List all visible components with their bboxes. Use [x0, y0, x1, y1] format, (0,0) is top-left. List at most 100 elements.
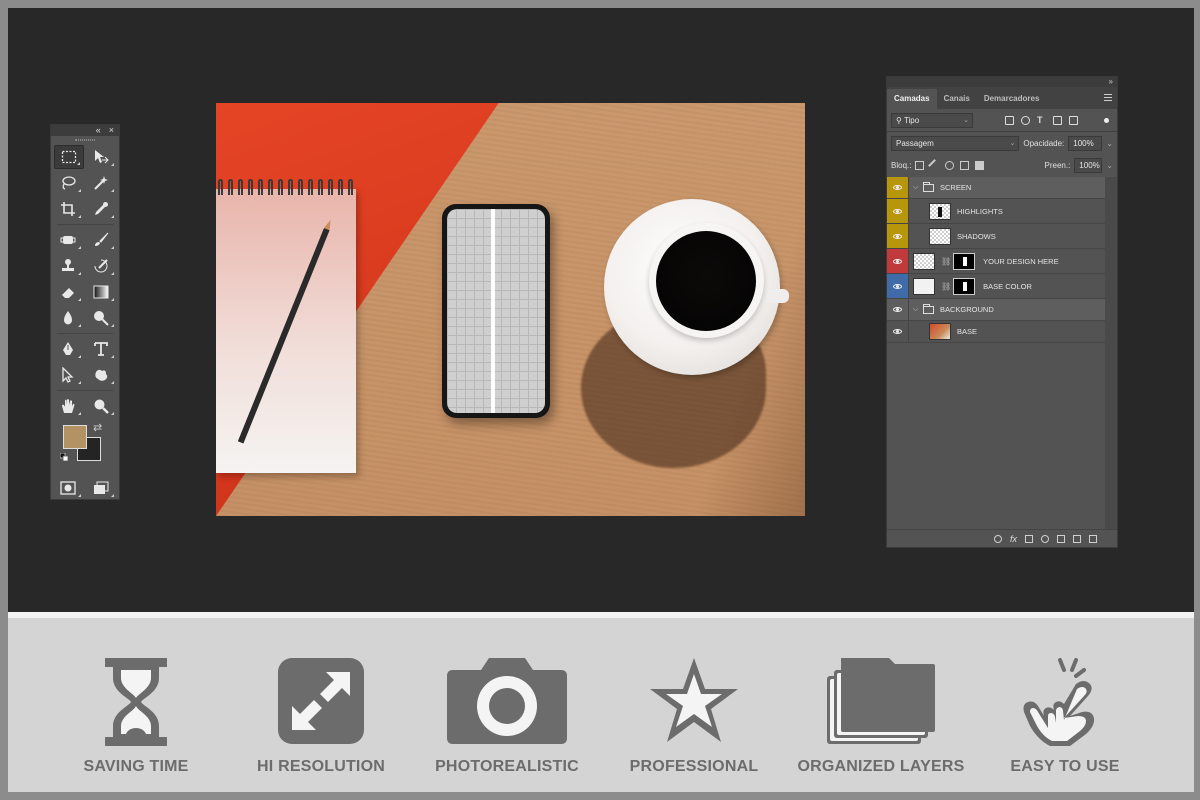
link-icon[interactable]: ⛓ [941, 257, 951, 266]
gradient-icon [93, 285, 108, 299]
chevron-down-icon[interactable]: ⌄ [1106, 139, 1113, 148]
feature-label: ORGANIZED LAYERS [797, 758, 965, 775]
crop-tool[interactable] [51, 197, 84, 221]
move-tool[interactable] [84, 145, 117, 169]
dodge-tool[interactable] [84, 306, 117, 330]
close-icon[interactable]: × [109, 126, 114, 135]
path-selection-tool[interactable] [51, 363, 84, 387]
chevron-down-icon[interactable]: ⌵ [913, 184, 921, 192]
pen-tool[interactable] [51, 337, 84, 361]
clone-stamp-tool[interactable] [51, 254, 84, 278]
lock-pixels-icon[interactable] [928, 158, 942, 172]
trash-icon[interactable] [1089, 534, 1097, 543]
visibility-eye-icon[interactable] [887, 249, 909, 273]
document-canvas[interactable] [216, 103, 805, 516]
layer-row-screen[interactable]: ⌵ SCREEN [887, 177, 1106, 199]
link-layers-icon[interactable] [993, 534, 1002, 543]
move-icon [94, 150, 109, 164]
lasso-icon [61, 176, 76, 190]
layer-row-shadows[interactable]: SHADOWS [887, 224, 1106, 249]
fill-input[interactable]: 100% [1074, 157, 1103, 173]
quick-mask-icon [59, 481, 76, 495]
layer-row-your-design-here[interactable]: ⛓ YOUR DESIGN HERE [887, 249, 1106, 274]
feature-label: HI RESOLUTION [257, 758, 385, 775]
layers-scrollbar[interactable] [1105, 177, 1117, 529]
visibility-eye-icon[interactable] [887, 274, 909, 298]
screen-mode-button[interactable] [84, 476, 117, 500]
history-brush-tool[interactable] [84, 254, 117, 278]
new-group-icon[interactable] [1057, 534, 1065, 543]
pixel-filter-icon[interactable] [1005, 115, 1014, 125]
fill-label: Preen.: [1044, 160, 1071, 170]
type-tool[interactable] [84, 337, 117, 361]
eraser-tool[interactable] [51, 280, 84, 304]
eyedropper-icon [94, 202, 108, 215]
magic-wand-tool[interactable] [84, 171, 117, 195]
panel-grip[interactable] [51, 136, 119, 144]
lock-position-icon[interactable] [945, 160, 955, 170]
lock-all-icon[interactable] [975, 160, 985, 170]
lasso-tool[interactable] [51, 171, 84, 195]
gradient-tool[interactable] [84, 280, 117, 304]
type-filter-icon[interactable]: T [1037, 115, 1046, 125]
rect-marquee-icon [61, 150, 77, 164]
link-icon[interactable]: ⛓ [941, 282, 951, 291]
layer-row-base-color[interactable]: ⛓ BASE COLOR [887, 274, 1106, 299]
layer-row-background[interactable]: ⌵ BACKGROUND [887, 299, 1106, 321]
search-icon: ⚲ [896, 115, 904, 125]
layer-row-highlights[interactable]: HIGHLIGHTS [887, 199, 1106, 224]
layer-row-base[interactable]: BASE [887, 321, 1106, 343]
layer-mask-thumbnail[interactable] [953, 277, 976, 295]
adjustment-layer-icon[interactable] [1041, 534, 1049, 543]
rect-marquee-tool[interactable] [54, 145, 84, 169]
dodge-icon [93, 311, 109, 326]
chevron-down-icon[interactable]: ⌵ [913, 306, 921, 314]
fx-icon[interactable]: fx [1010, 534, 1017, 544]
brush-tool[interactable] [84, 228, 117, 252]
tab-demarcadores[interactable]: Demarcadores [977, 89, 1047, 109]
drop-icon [63, 311, 72, 325]
quick-mask-button[interactable] [51, 476, 84, 500]
chevron-down-icon[interactable]: ⌄ [1106, 161, 1113, 170]
blend-mode-select[interactable]: Passagem ⌄ [891, 135, 1020, 151]
layer-name: HIGHLIGHTS [957, 206, 1003, 216]
visibility-eye-icon[interactable] [887, 321, 909, 342]
camera-icon [447, 658, 567, 744]
opacity-input[interactable]: 100% [1068, 135, 1103, 151]
phone-screen-stripe [491, 209, 495, 413]
expand-icon[interactable]: » [1109, 77, 1113, 86]
panel-menu-icon[interactable] [1104, 94, 1112, 101]
visibility-eye-icon[interactable] [887, 224, 909, 248]
lock-transparency-icon[interactable] [915, 160, 925, 170]
zoom-tool[interactable] [84, 394, 117, 418]
layer-name: BASE [957, 327, 978, 336]
hand-tool[interactable] [51, 394, 84, 418]
tap-hand-icon [1023, 658, 1095, 746]
new-layer-icon[interactable] [1073, 534, 1081, 543]
brush-icon [94, 232, 108, 246]
tools-panel-titlebar: « × [51, 125, 119, 136]
crop-icon [60, 202, 75, 216]
swap-colors-icon[interactable]: ⇄ [93, 421, 102, 434]
filter-toggle-icon[interactable] [1104, 117, 1109, 123]
stamp-icon [61, 259, 74, 271]
eyedropper-tool[interactable] [84, 197, 117, 221]
visibility-eye-icon[interactable] [887, 199, 909, 223]
healing-brush-tool[interactable] [51, 228, 84, 252]
lock-artboard-icon[interactable] [960, 160, 970, 170]
tab-camadas[interactable]: Camadas [887, 89, 937, 109]
tab-canais[interactable]: Canais [937, 89, 977, 109]
visibility-eye-icon[interactable] [887, 299, 909, 320]
layer-mask-thumbnail[interactable] [953, 252, 976, 270]
shape-filter-icon[interactable] [1053, 115, 1062, 125]
custom-shape-tool[interactable] [84, 363, 117, 387]
foreground-color-swatch[interactable] [63, 425, 87, 449]
collapse-icon[interactable]: « [96, 126, 101, 135]
layer-filter-select[interactable]: ⚲ Tipo ⌄ [891, 112, 973, 128]
add-mask-icon[interactable] [1025, 534, 1033, 543]
adjustment-filter-icon[interactable] [1021, 115, 1030, 125]
blur-tool[interactable] [51, 306, 84, 330]
smart-object-filter-icon[interactable] [1069, 115, 1078, 125]
default-colors-icon[interactable] [60, 453, 68, 461]
visibility-eye-icon[interactable] [887, 177, 909, 198]
